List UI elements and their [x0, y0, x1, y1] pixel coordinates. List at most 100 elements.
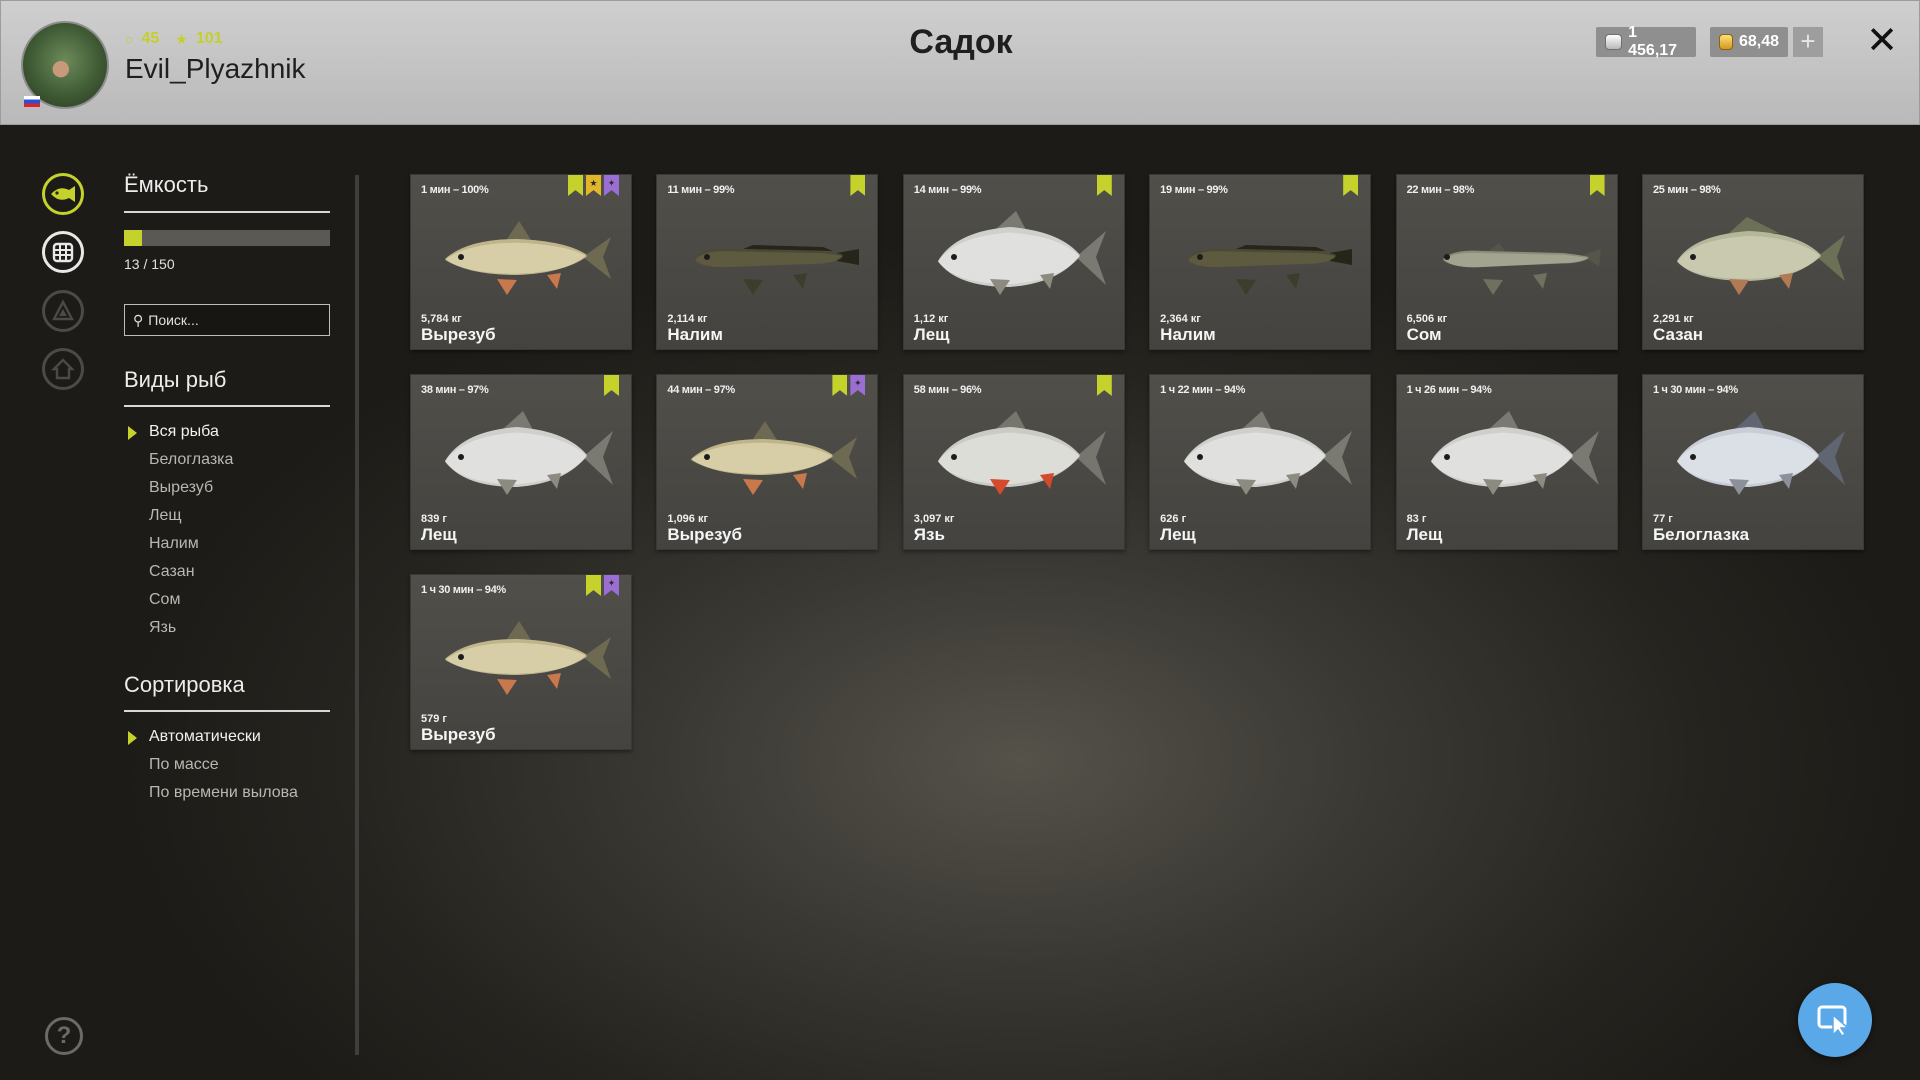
fish-image: [445, 221, 611, 295]
selected-arrow-icon: [128, 731, 137, 745]
fish-weight: 2,291 кг: [1652, 313, 1694, 325]
capacity-progress-bar: [124, 230, 330, 246]
trophy-badges: [1343, 175, 1359, 196]
species-filter-item[interactable]: Белоглазка: [124, 446, 233, 474]
gold-amount: 68,48: [1738, 33, 1779, 50]
search-input[interactable]: [148, 312, 319, 328]
fish-name: Вырезуб: [421, 325, 496, 344]
catch-time-quality: 25 мин – 98%: [1652, 184, 1721, 196]
species-filter-label: Белоглазка: [149, 451, 234, 468]
catch-time-quality: 1 ч 26 мин – 94%: [1406, 384, 1492, 396]
green-bookmark-icon: [604, 375, 619, 396]
green-bookmark-icon: [832, 375, 848, 396]
species-filter-label: Язь: [149, 619, 177, 636]
species-filter-item[interactable]: Сом: [124, 586, 233, 614]
trophy-badges: ✦: [586, 575, 619, 596]
cursor-mode-icon: [1817, 1005, 1851, 1037]
home-icon[interactable]: [42, 348, 84, 390]
fish-name: Сазан: [1652, 325, 1704, 344]
fish-image: [445, 621, 611, 695]
sort-option-item[interactable]: По массе: [124, 751, 298, 779]
sort-option-item[interactable]: По времени вылова: [124, 779, 298, 807]
fish-image: [695, 245, 860, 295]
species-filter-item[interactable]: Вся рыба: [124, 418, 233, 446]
capacity-count: 13 / 150: [124, 256, 175, 272]
fish-card[interactable]: 11 мин – 99% 2,114 кг Налим: [656, 174, 879, 350]
trophy-badges: ★ ✦: [568, 175, 619, 196]
fish-weight: 2,364 кг: [1160, 313, 1201, 325]
fish-card[interactable]: 1 ч 26 мин – 94% 83 г Лещ: [1395, 374, 1618, 550]
fish-card[interactable]: 44 мин – 97% ✦ 1,096 кг Вырезуб: [656, 374, 879, 550]
catch-time-quality: 1 ч 30 мин – 94%: [421, 584, 506, 596]
fish-name: Налим: [667, 325, 723, 344]
trophy-badges: [604, 375, 619, 396]
fish-weight: 839 г: [421, 513, 447, 525]
fish-image: [1188, 245, 1353, 295]
species-filter-item[interactable]: Язь: [124, 614, 233, 642]
sort-title: Сортировка: [124, 672, 245, 697]
sort-option-item[interactable]: Автоматически: [124, 723, 298, 751]
purple-bookmark-icon: ✦: [604, 175, 619, 196]
catch-time-quality: 19 мин – 99%: [1160, 184, 1228, 196]
fish-name: Сом: [1406, 325, 1442, 344]
species-filter-item[interactable]: Налим: [124, 530, 233, 558]
sort-divider: [124, 710, 330, 712]
catch-time-quality: 22 мин – 98%: [1406, 184, 1475, 196]
species-filter-item[interactable]: Лещ: [124, 502, 233, 530]
fish-image: [1184, 411, 1353, 495]
fish-weight: 626 г: [1160, 513, 1187, 525]
catch-time-quality: 1 ч 22 мин – 94%: [1160, 384, 1246, 396]
cursor-mode-button[interactable]: [1798, 983, 1872, 1057]
panel-divider: [355, 175, 359, 1055]
species-filter-item[interactable]: Сазан: [124, 558, 233, 586]
species-filter-label: Налим: [149, 535, 199, 552]
species-filter-item[interactable]: Вырезуб: [124, 474, 233, 502]
catch-time-quality: 1 мин – 100%: [421, 184, 489, 196]
fish-image: [1430, 411, 1599, 495]
fish-card[interactable]: 25 мин – 98% 2,291 кг Сазан: [1641, 174, 1864, 350]
green-bookmark-icon: [850, 175, 866, 196]
help-icon[interactable]: ?: [45, 1017, 83, 1055]
fish-name: Налим: [1160, 325, 1216, 344]
silver-amount: 1 456,17: [1628, 24, 1678, 59]
keepnet-fish-grid: 1 мин – 100% ★ ✦ 5,784 кг Вырезуб 11 мин – 9…: [410, 174, 1864, 750]
fish-name: Лещ: [1406, 525, 1443, 544]
species-title: Виды рыб: [124, 367, 227, 392]
sort-option-label: По массе: [149, 756, 219, 773]
tackle-icon[interactable]: [42, 290, 84, 332]
silver-balance: 1 456,17: [1596, 24, 1696, 59]
fish-image: [445, 411, 613, 495]
fish-weight: 83 г: [1406, 513, 1427, 525]
capacity-divider: [124, 211, 330, 213]
fish-weight: 3,097 кг: [913, 513, 955, 525]
fish-name: Вырезуб: [421, 725, 496, 744]
capacity-progress-fill: [124, 230, 142, 246]
purple-bookmark-icon: ✦: [850, 375, 866, 396]
fish-card[interactable]: 58 мин – 96% 3,097 кг Язь: [902, 374, 1125, 550]
fish-card[interactable]: 14 мин – 99% 1,12 кг Лещ: [902, 174, 1125, 350]
fish-card[interactable]: 19 мин – 99% 2,364 кг Налим: [1149, 174, 1372, 350]
fish-card[interactable]: 22 мин – 98% 6,506 кг Сом: [1395, 174, 1618, 350]
search-box[interactable]: ⚲: [124, 304, 330, 336]
fish-weight: 1,12 кг: [913, 313, 949, 325]
gold-balance: 68,48: [1710, 27, 1788, 57]
fish-card[interactable]: 38 мин – 97% 839 г Лещ: [410, 374, 632, 550]
search-icon: ⚲: [133, 311, 144, 328]
trophy-badges: [1589, 175, 1605, 196]
fish-card[interactable]: 1 мин – 100% ★ ✦ 5,784 кг Вырезуб: [410, 174, 632, 350]
close-button[interactable]: ✕: [1865, 21, 1899, 61]
keepnet-icon[interactable]: [42, 231, 84, 273]
fish-name: Язь: [913, 525, 945, 544]
fish-weight: 2,114 кг: [667, 313, 708, 325]
fish-image: [1676, 217, 1845, 295]
trophy-badges: ✦: [832, 375, 866, 396]
fish-card[interactable]: 1 ч 22 мин – 94% 626 г Лещ: [1149, 374, 1372, 550]
catch-time-quality: 38 мин – 97%: [421, 384, 489, 396]
catch-time-quality: 58 мин – 96%: [913, 384, 982, 396]
fish-card[interactable]: 1 ч 30 мин – 94% 77 г Белоглазка: [1641, 374, 1864, 550]
green-bookmark-icon: [586, 575, 601, 596]
species-filter-list: Вся рыба Белоглазка Вырезуб Лещ Налим Сазан Со…: [124, 418, 233, 642]
add-currency-button[interactable]: +: [1793, 27, 1823, 57]
fish-card[interactable]: 1 ч 30 мин – 94% ✦ 579 г Вырезуб: [410, 574, 632, 750]
fish-icon[interactable]: [42, 173, 84, 215]
